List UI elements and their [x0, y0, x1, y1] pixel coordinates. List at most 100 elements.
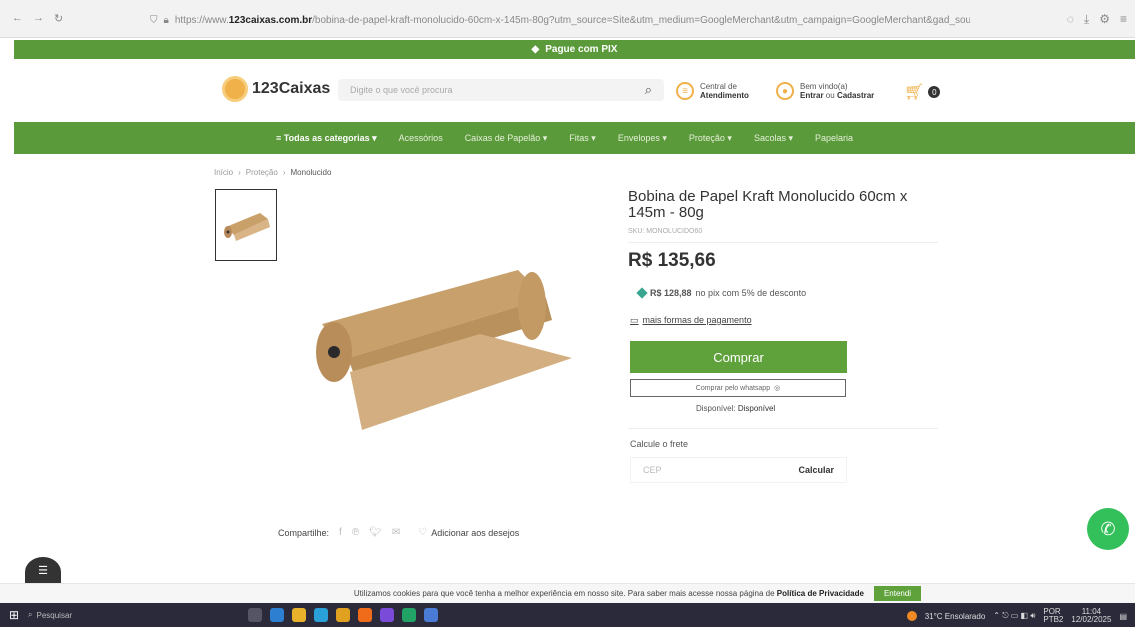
- buy-button[interactable]: Comprar: [630, 341, 847, 373]
- pix-banner-label: Pague com PIX: [545, 44, 618, 55]
- pix-icon: [636, 287, 648, 299]
- search-icon[interactable]: ⌕: [645, 82, 652, 98]
- app-icon[interactable]: [380, 608, 394, 622]
- nav-envelopes[interactable]: Envelopes ▾: [618, 133, 667, 144]
- chat-icon: ☰: [38, 565, 48, 577]
- download-icon[interactable]: ⤓: [1084, 12, 1089, 27]
- file-explorer-icon[interactable]: [292, 608, 306, 622]
- weather-text[interactable]: 31°C Ensolarado: [925, 612, 986, 621]
- pocket-icon[interactable]: ◌: [1067, 12, 1074, 27]
- os-taskbar: ⊞ ⌕ Pesquisar 31°C Ensolarado ⌃ ⎋ ▭ ◧ 🔊︎…: [0, 603, 1135, 627]
- pix-discount: R$ 128,88 no pix com 5% de desconto: [636, 287, 807, 299]
- divider: [628, 242, 938, 243]
- windows-start-icon[interactable]: ⊞: [0, 608, 28, 622]
- nav-all-categories[interactable]: ≡ Todas as categorias ▾: [276, 133, 377, 144]
- breadcrumb: Início › Proteção › Monolucido: [214, 168, 332, 177]
- wishlist-button[interactable]: ♡ Adicionar aos desejos: [418, 527, 519, 538]
- privacy-policy-link[interactable]: Política de Privacidade: [777, 589, 864, 598]
- store-icon[interactable]: [314, 608, 328, 622]
- twitter-icon[interactable]: 🐦︎: [369, 527, 382, 538]
- lock-icon: 🔒︎: [163, 14, 169, 26]
- menu-icon[interactable]: ≡: [1120, 12, 1127, 27]
- edge-icon[interactable]: [270, 608, 284, 622]
- notification-icon[interactable]: ▤: [1119, 612, 1127, 621]
- cep-input[interactable]: CEP: [643, 465, 662, 475]
- extension-icon[interactable]: ⚙: [1099, 12, 1110, 27]
- cart-button[interactable]: 🛒︎ 0: [904, 82, 941, 102]
- chrome-icon[interactable]: [336, 608, 350, 622]
- browser-actions: ◌ ⤓ ⚙ ≡: [1067, 12, 1127, 27]
- language-indicator[interactable]: POR PTB2: [1043, 608, 1063, 624]
- customer-service-link[interactable]: ≡ Central de Atendimento: [676, 82, 749, 100]
- cookie-text: Utilizamos cookies para que você tenha a…: [353, 589, 864, 598]
- search-icon: ⌕: [28, 610, 33, 619]
- breadcrumb-protecao[interactable]: Proteção: [246, 168, 278, 177]
- url-prefix: https://www.: [174, 14, 229, 26]
- service-text: Central de Atendimento: [700, 82, 749, 100]
- taskbar-search-label: Pesquisar: [36, 610, 73, 620]
- nav-acessorios[interactable]: Acessórios: [399, 133, 443, 143]
- site-header: 123Caixas Digite o que você procura ⌕ ≡ …: [0, 62, 1135, 120]
- cart-icon: 🛒︎: [904, 84, 925, 101]
- pinterest-icon[interactable]: ℗: [352, 527, 359, 538]
- shield-icon: ⛉: [150, 14, 158, 26]
- whatsapp-button-label: Comprar pelo whatsapp: [695, 384, 771, 392]
- nav-papelaria[interactable]: Papelaria: [815, 133, 853, 143]
- whatsapp-float-button[interactable]: ✆: [1087, 508, 1129, 550]
- weather-icon: [906, 611, 917, 621]
- nav-protecao[interactable]: Proteção ▾: [689, 133, 732, 144]
- taskbar-apps: [248, 608, 438, 622]
- calculate-freight-button[interactable]: Calcular: [798, 465, 834, 475]
- cep-field[interactable]: CEP Calcular: [630, 457, 847, 483]
- chat-icon: ≡: [676, 82, 694, 100]
- back-icon[interactable]: ←: [12, 12, 23, 25]
- buy-whatsapp-button[interactable]: Comprar pelo whatsapp ◎: [630, 379, 846, 397]
- search-input[interactable]: Digite o que você procura ⌕: [338, 79, 664, 101]
- product-title: Bobina de Papel Kraft Monolucido 60cm x …: [628, 188, 908, 221]
- site-logo[interactable]: 123Caixas: [222, 76, 330, 102]
- thumbnail-roll-image: [224, 213, 270, 241]
- forward-icon[interactable]: →: [33, 12, 44, 25]
- payment-link-label: mais formas de pagamento: [642, 315, 752, 325]
- cart-count-badge: 0: [928, 86, 941, 98]
- pix-price: R$ 128,88: [650, 288, 692, 298]
- product-main-image[interactable]: [300, 262, 580, 432]
- firefox-icon[interactable]: [358, 608, 372, 622]
- clock[interactable]: 11:04 12/02/2025: [1071, 608, 1111, 624]
- browser-toolbar: ← → ↻ ⛉ 🔒︎ https://www. 123caixas.com.br /…: [0, 0, 1135, 38]
- logo-text: 123Caixas: [252, 80, 331, 97]
- system-tray: 31°C Ensolarado ⌃ ⎋ ▭ ◧ 🔊︎ POR PTB2 11:04…: [906, 608, 1127, 624]
- divider: [628, 428, 938, 429]
- cookie-banner: Utilizamos cookies para que você tenha a…: [0, 583, 1135, 603]
- breadcrumb-current: Monolucido: [290, 168, 332, 177]
- wishlist-label: Adicionar aos desejos: [431, 527, 520, 538]
- task-view-icon[interactable]: [248, 608, 262, 622]
- search-placeholder: Digite o que você procura: [350, 85, 453, 95]
- taskbar-search[interactable]: ⌕ Pesquisar: [28, 610, 198, 620]
- nav-caixas[interactable]: Caixas de Papelão ▾: [465, 133, 548, 144]
- logo-icon: [222, 76, 248, 102]
- account-link[interactable]: ● Bem vindo(a) Entrar ou Cadastrar: [776, 82, 874, 100]
- cookie-accept-button[interactable]: Entendi: [873, 586, 922, 601]
- whatsapp-icon: ✆: [1100, 518, 1116, 539]
- breadcrumb-home[interactable]: Início: [214, 168, 233, 177]
- excel-icon[interactable]: [402, 608, 416, 622]
- tray-icons[interactable]: ⌃ ⎋ ▭ ◧ 🔊︎: [993, 611, 1035, 621]
- address-bar[interactable]: ⛉ 🔒︎ https://www. 123caixas.com.br/bobina…: [150, 11, 970, 29]
- reload-icon[interactable]: ↻: [54, 12, 63, 25]
- payment-options-link[interactable]: ▭ mais formas de pagamento: [630, 315, 752, 326]
- nav-sacolas[interactable]: Sacolas ▾: [754, 133, 793, 144]
- url-domain: 123caixas.com.br: [228, 14, 313, 26]
- product-sku: SKU: MONOLUCIDO60: [628, 228, 703, 235]
- app-icon[interactable]: [424, 608, 438, 622]
- pix-text: no pix com 5% de desconto: [695, 288, 807, 298]
- user-icon: ●: [776, 82, 794, 100]
- pix-banner: ◆ Pague com PIX: [14, 40, 1135, 59]
- share-bar: Compartilhe: f ℗ 🐦︎ ✉ ♡ Adicionar aos de…: [278, 527, 519, 538]
- facebook-icon[interactable]: f: [339, 527, 342, 538]
- email-icon[interactable]: ✉: [392, 527, 400, 538]
- product-price: R$ 135,66: [628, 250, 716, 271]
- freight-label: Calcule o frete: [630, 439, 689, 449]
- nav-fitas[interactable]: Fitas ▾: [569, 133, 596, 144]
- product-thumbnail[interactable]: [215, 189, 277, 261]
